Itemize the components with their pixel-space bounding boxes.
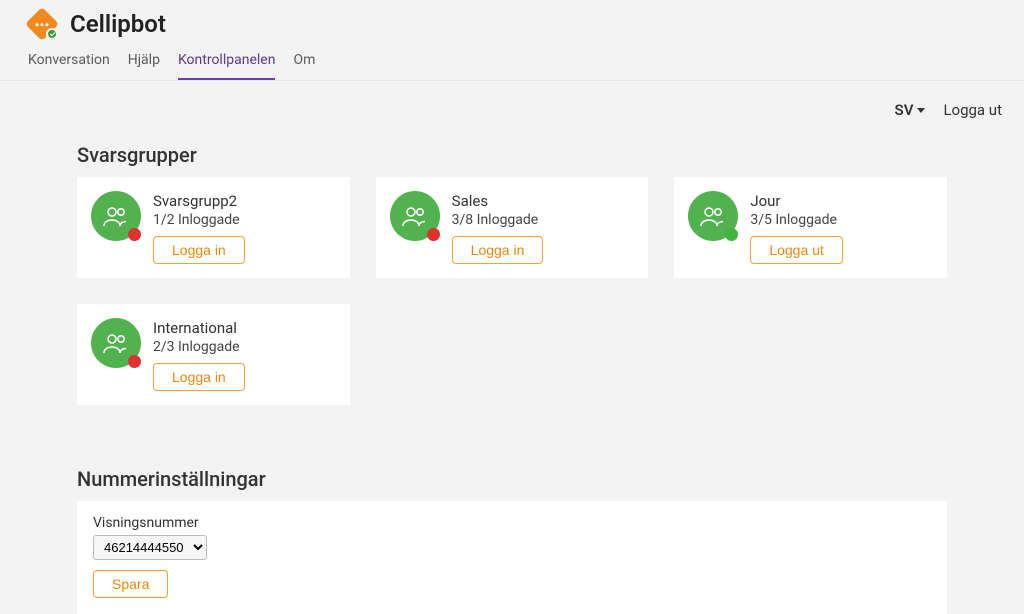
app-title: Cellipbot <box>70 10 166 38</box>
group-action-button[interactable]: Logga in <box>153 236 245 264</box>
display-number-label: Visningsnummer <box>93 515 931 531</box>
group-card: Sales 3/8 Inloggade Logga in <box>376 177 649 278</box>
group-name: International <box>153 319 245 337</box>
group-icon <box>91 318 141 368</box>
nav-om[interactable]: Om <box>293 52 315 80</box>
nav-hjalp[interactable]: Hjälp <box>128 52 160 80</box>
status-dot-icon <box>427 228 440 241</box>
language-code: SV <box>895 101 914 119</box>
group-status-text: 3/8 Inloggade <box>452 212 544 228</box>
status-dot-icon <box>128 228 141 241</box>
app-logo <box>28 10 56 38</box>
status-dot-icon <box>128 355 141 368</box>
group-name: Svarsgrupp2 <box>153 192 245 210</box>
group-status-text: 3/5 Inloggade <box>750 212 843 228</box>
group-action-button[interactable]: Logga in <box>153 363 245 391</box>
group-name: Sales <box>452 192 544 210</box>
group-card: Jour 3/5 Inloggade Logga ut <box>674 177 947 278</box>
language-selector[interactable]: SV <box>895 101 926 119</box>
main-nav: Konversation Hjälp Kontrollpanelen Om <box>0 44 1024 81</box>
group-status-text: 2/3 Inloggade <box>153 339 245 355</box>
group-card: International 2/3 Inloggade Logga in <box>77 304 350 405</box>
section-title-numbers: Nummerinställningar <box>77 467 947 491</box>
display-number-select[interactable]: 46214444550 <box>93 535 207 560</box>
group-card: Svarsgrupp2 1/2 Inloggade Logga in <box>77 177 350 278</box>
number-settings-card: Visningsnummer 46214444550 Spara <box>77 501 947 614</box>
group-action-button[interactable]: Logga ut <box>750 236 843 264</box>
logo-status-badge-icon <box>46 28 58 40</box>
save-button[interactable]: Spara <box>93 570 168 598</box>
group-name: Jour <box>750 192 843 210</box>
group-icon <box>91 191 141 241</box>
logout-link[interactable]: Logga ut <box>943 101 1002 119</box>
groups-grid: Svarsgrupp2 1/2 Inloggade Logga in Sales… <box>77 177 947 405</box>
group-status-text: 1/2 Inloggade <box>153 212 245 228</box>
status-dot-icon <box>725 228 738 241</box>
nav-kontrollpanelen[interactable]: Kontrollpanelen <box>178 52 276 80</box>
caret-down-icon <box>917 108 925 113</box>
group-icon <box>688 191 738 241</box>
group-icon <box>390 191 440 241</box>
group-action-button[interactable]: Logga in <box>452 236 544 264</box>
nav-konversation[interactable]: Konversation <box>28 52 110 80</box>
section-title-groups: Svarsgrupper <box>77 143 947 167</box>
